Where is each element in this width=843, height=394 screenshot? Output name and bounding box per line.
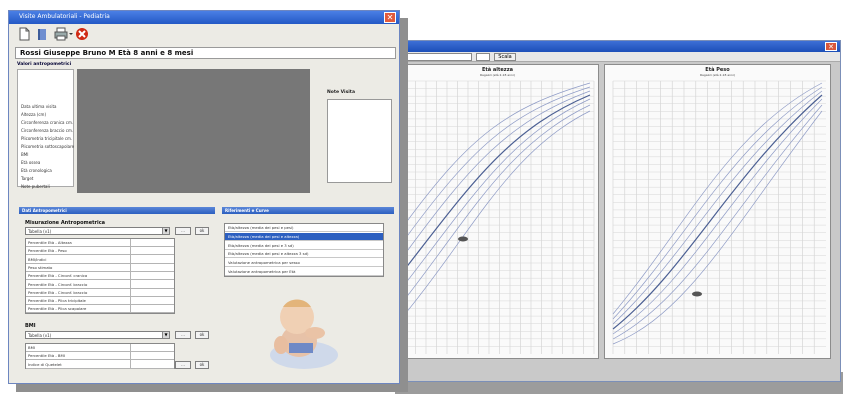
bmi-table: BMI Percentile Età - BMI Indice di Quetele… xyxy=(25,343,175,369)
table-row[interactable]: Percentile Età - Circonf. cranica xyxy=(26,272,174,281)
patient-header: Rossi Giuseppe Bruno M Età 8 anni e 8 me… xyxy=(15,47,396,59)
table-cell: Percentile Età - Circonf. braccio xyxy=(28,281,88,287)
back-toolbar-input[interactable] xyxy=(394,53,472,61)
info-line: Note pubertali xyxy=(21,184,50,189)
weight-age-plot xyxy=(612,80,826,354)
weight-chart-subtitle: Ragazzi (età 2-18 anni) xyxy=(700,73,735,77)
table-cell: BMI xyxy=(28,345,36,350)
info-line: Circonferenza braccio cm. xyxy=(21,128,74,133)
info-line: Target xyxy=(21,176,34,181)
table-row[interactable]: Percentile Età - Circonf. braccio xyxy=(26,281,174,289)
table-cell: Percentile Età - BMI xyxy=(28,353,65,359)
info-line: BMI xyxy=(21,152,29,157)
table-cell: Peso stimato xyxy=(28,264,53,270)
back-toolbar-button[interactable]: Scala xyxy=(494,53,516,61)
curve-list-label: Età/altezza (media dei pesi e 3 sd) xyxy=(228,242,294,248)
curve-list-item[interactable]: Valutazione antropometrica per Età xyxy=(225,268,383,276)
info-line: Plicometria tricipitale cm. xyxy=(21,136,73,141)
measurement-title: Misurazione Antropometrica xyxy=(25,220,106,226)
print-icon[interactable] xyxy=(53,27,73,41)
bmi-combo-value: Tabella (v1) xyxy=(28,333,52,338)
new-document-icon[interactable] xyxy=(17,27,31,41)
table-cell: Percentile Età - Plica scapolare xyxy=(28,306,87,312)
table-row[interactable]: Peso stimato xyxy=(26,264,174,272)
patient-marker xyxy=(692,291,702,297)
table-row[interactable]: BMI/Indici xyxy=(26,256,174,264)
bmi-ok-button[interactable]: ok xyxy=(195,331,209,339)
info-line: Plicometria sottoscapolare xyxy=(21,144,75,149)
weight-age-chart: Età Peso Ragazzi (età 2-18 anni) xyxy=(604,64,831,359)
curve-list-item[interactable]: Età/altezza (media dei pesi e pesi) xyxy=(225,224,383,232)
measurement-options-button[interactable]: ... xyxy=(175,227,191,235)
info-line: Altezza (cm) xyxy=(21,112,47,117)
back-window-titlebar: ✕ xyxy=(364,41,840,52)
table-row[interactable]: Percentile Età - Altezza xyxy=(26,239,174,247)
bmi-combo[interactable]: Tabella (v1) ▼ xyxy=(25,331,170,339)
back-toolbar-combo[interactable] xyxy=(476,53,490,61)
height-age-plot xyxy=(404,80,595,354)
patient-marker xyxy=(458,236,468,242)
visit-window-titlebar: Visite Ambulatoriali - Pediatria ✕ xyxy=(9,11,399,24)
notes-label: Note Visita xyxy=(327,90,355,95)
back-close-button[interactable]: ✕ xyxy=(825,42,837,51)
curves-header: Riferimenti e Curve xyxy=(222,207,394,214)
table-row[interactable]: Percentile Età - Plica scapolare xyxy=(26,305,174,314)
chevron-down-icon[interactable]: ▼ xyxy=(162,228,169,234)
table-cell: Percentile Età - Plica tricipitale xyxy=(28,298,86,304)
curve-list-label: Età/altezza (media dei pesi e altezza 3 … xyxy=(228,251,309,257)
visit-window: Visite Ambulatoriali - Pediatria ✕ Rossi… xyxy=(8,10,400,384)
table-row[interactable]: Percentile Età - BMI xyxy=(26,352,174,361)
info-line: Età ossea xyxy=(21,160,41,165)
patient-info-panel: Data ultima visita Altezza (cm) Circonfere… xyxy=(17,69,75,189)
measurement-ok-button[interactable]: ok xyxy=(195,227,209,235)
height-age-chart: Età altezza Ragazzi (età 2-18 anni) xyxy=(396,64,599,359)
measurement-combo-value: Tabella (v1) xyxy=(28,229,52,234)
height-chart-subtitle: Ragazzi (età 2-18 anni) xyxy=(480,73,515,77)
anthropometric-data-title: Dati Antropometrici xyxy=(22,208,67,213)
curve-list-label: Valutazione antropometrica per Età xyxy=(228,269,296,274)
table-cell: Percentile Età - Peso xyxy=(28,248,67,254)
curve-list-item[interactable]: Età/altezza (media dei pesi e altezza 3 … xyxy=(225,250,383,259)
table-row[interactable]: Percentile Età - Plica tricipitale xyxy=(26,297,174,306)
baby-illustration xyxy=(270,299,338,369)
info-line: Età cronologica xyxy=(21,168,52,173)
table-cell: BMI/Indici xyxy=(28,256,47,262)
patient-name: Rossi Giuseppe Bruno M Età 8 anni e 8 me… xyxy=(20,49,194,57)
open-icon[interactable] xyxy=(35,27,49,41)
table-cell: Percentile Età - Altezza xyxy=(28,240,72,245)
close-button[interactable]: ✕ xyxy=(384,12,396,23)
table-row[interactable]: Percentile Età - Circonf. braccio xyxy=(26,289,174,297)
anthropometric-data-header: Dati Antropometrici xyxy=(19,207,215,214)
measurement-table: Percentile Età - Altezza Percentile Età -… xyxy=(25,238,175,314)
curve-list-item[interactable]: Età/altezza (media dei pesi e altezza) xyxy=(225,232,383,241)
table-cell: Percentile Età - Circonf. cranica xyxy=(28,273,88,279)
curve-list-item[interactable]: Valutazione antropometrica per sesso xyxy=(225,259,383,268)
measurement-combo[interactable]: Tabella (v1) ▼ xyxy=(25,227,170,235)
curve-list-label: Età/altezza (media dei pesi e pesi) xyxy=(228,225,294,230)
info-line: Data ultima visita xyxy=(21,104,57,109)
table-row[interactable]: Percentile Età - Peso xyxy=(26,247,174,256)
bmi-options-button[interactable]: ... xyxy=(175,331,191,339)
info-line: Circonferenza cranica cm. xyxy=(21,120,74,125)
window-title: Visite Ambulatoriali - Pediatria xyxy=(19,13,110,20)
bmi-extra-ok-button[interactable]: ok xyxy=(195,361,209,369)
table-row[interactable]: Indice di Quetelet xyxy=(26,361,174,369)
curves-title: Riferimenti e Curve xyxy=(225,208,269,213)
curve-list: Età/altezza (media dei pesi e pesi) Età/a… xyxy=(224,223,384,277)
curve-list-label: Valutazione antropometrica per sesso xyxy=(228,260,300,266)
curve-list-label: Età/altezza (media dei pesi e altezza) xyxy=(228,233,300,239)
bmi-label: BMI xyxy=(25,323,36,329)
bmi-extra-button[interactable]: ... xyxy=(175,361,191,369)
table-row[interactable]: BMI xyxy=(26,344,174,352)
table-cell: Indice di Quetelet xyxy=(28,361,62,367)
table-cell: Percentile Età - Circonf. braccio xyxy=(28,289,88,295)
image-preview-area xyxy=(77,69,310,193)
back-toolbar: Scala xyxy=(364,52,840,62)
anthropometric-values-label: Valori antropometrici xyxy=(17,62,72,67)
chevron-down-icon[interactable]: ▼ xyxy=(162,332,169,338)
curve-list-item[interactable]: Età/altezza (media dei pesi e 3 sd) xyxy=(225,242,383,250)
notes-textarea[interactable] xyxy=(327,99,392,183)
delete-icon[interactable] xyxy=(75,27,89,41)
